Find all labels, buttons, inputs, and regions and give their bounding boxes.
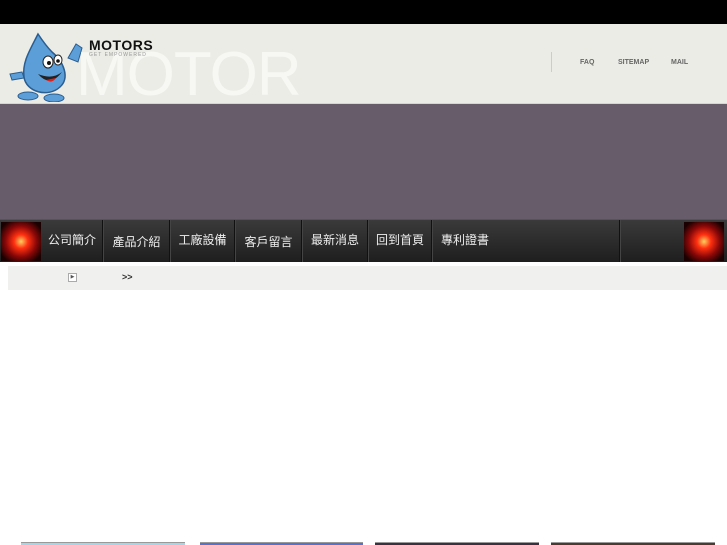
nav-spacer <box>497 220 620 262</box>
nav-item-home[interactable]: 回到首頁 <box>369 220 432 262</box>
nav-item-news[interactable]: 最新消息 <box>303 220 368 262</box>
nav-item-products[interactable]: 產品介紹 <box>104 220 170 262</box>
nav-item-patents[interactable]: 專利證書 <box>433 220 497 262</box>
sitemap-link[interactable]: SITEMAP <box>618 59 649 66</box>
divider <box>551 52 552 72</box>
mail-link[interactable]: MAIL <box>671 59 688 66</box>
nav-item-factory[interactable]: 工廠設備 <box>171 220 235 262</box>
breadcrumb-separator: >> <box>122 272 133 282</box>
faq-link[interactable]: FAQ <box>580 59 594 66</box>
top-bar <box>0 0 727 24</box>
brand-tagline: GET EMPOWERED <box>89 52 147 58</box>
flare-decoration-left <box>1 222 41 261</box>
breadcrumb: ▶ >> <box>8 266 727 290</box>
brand-name: MOTORS <box>89 37 154 53</box>
banner <box>0 104 727 219</box>
main-nav: 公司簡介 產品介紹 工廠設備 客戶留言 最新消息 回到首頁 專利證書 <box>0 219 727 262</box>
flare-decoration-right <box>684 222 724 261</box>
play-icon[interactable]: ▶ <box>68 273 77 282</box>
nav-item-about[interactable]: 公司簡介 <box>42 220 103 262</box>
header: MOTOR MOTORS GET EMPOWERED FAQ SITEMAP M… <box>0 24 727 106</box>
nav-item-guestbook[interactable]: 客戶留言 <box>236 220 302 262</box>
